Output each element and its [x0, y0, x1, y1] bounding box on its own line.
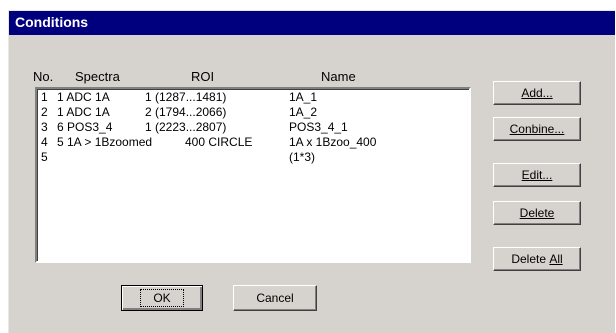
edit-button[interactable]: Edit...	[493, 163, 581, 187]
row-spectra: 1 ADC 1A	[57, 90, 110, 104]
conditions-dialog: Conditions No. Spectra ROI Name 1 1 ADC …	[8, 10, 615, 333]
row-name: 1A_2	[289, 105, 318, 119]
delete-button-label: Delete	[519, 206, 555, 220]
column-header-roi: ROI	[191, 69, 215, 84]
delete-all-label-accel: All	[549, 252, 563, 266]
list-item[interactable]: 1 1 ADC 1A 1 (1287...1481) 1A_1	[37, 90, 469, 105]
row-spectra: 5 1A > 1Bzoomed	[57, 135, 153, 149]
window-title: Conditions	[15, 14, 89, 30]
row-spectra: 6 POS3_4	[57, 120, 113, 134]
row-no: 3	[41, 120, 48, 134]
list-item[interactable]: 4 5 1A > 1Bzoomed 400 CIRCLE 1A x 1Bzoo_…	[37, 135, 469, 150]
row-roi: 1 (2223...2807)	[145, 120, 227, 134]
ok-button-focus-rect: OK	[140, 289, 184, 307]
list-item[interactable]: 3 6 POS3_4 1 (2223...2807) POS3_4_1	[37, 120, 469, 135]
ok-button[interactable]: OK	[121, 285, 203, 311]
row-name: 1A_1	[289, 90, 318, 104]
row-roi: 400 CIRCLE	[185, 135, 253, 149]
combine-button-label: Conbine...	[509, 122, 565, 136]
column-header-name: Name	[321, 69, 356, 84]
cancel-button[interactable]: Cancel	[233, 285, 317, 311]
row-spectra: 1 ADC 1A	[57, 105, 110, 119]
delete-all-label-prefix: Delete	[511, 252, 550, 266]
delete-all-button[interactable]: Delete All	[493, 247, 581, 271]
add-button[interactable]: Add...	[493, 81, 581, 105]
row-no: 4	[41, 135, 48, 149]
list-item[interactable]: 5 (1*3)	[37, 150, 469, 165]
row-no: 1	[41, 90, 48, 104]
edit-button-label: Edit...	[521, 168, 553, 182]
row-no: 2	[41, 105, 48, 119]
title-bar[interactable]: Conditions	[9, 11, 615, 35]
row-name: (1*3)	[289, 150, 316, 164]
column-header-spectra: Spectra	[75, 69, 120, 84]
ok-button-label: OK	[153, 291, 171, 305]
delete-button[interactable]: Delete	[493, 201, 581, 225]
row-no: 5	[41, 150, 48, 164]
list-item[interactable]: 2 1 ADC 1A 2 (1794...2066) 1A_2	[37, 105, 469, 120]
conditions-list[interactable]: 1 1 ADC 1A 1 (1287...1481) 1A_1 2 1 ADC …	[35, 87, 471, 263]
combine-button[interactable]: Conbine...	[493, 117, 581, 141]
row-name: 1A x 1Bzoo_400	[289, 135, 377, 149]
row-roi: 1 (1287...1481)	[145, 90, 227, 104]
row-name: POS3_4_1	[289, 120, 348, 134]
column-header-no: No.	[33, 69, 54, 84]
add-button-label: Add...	[521, 86, 553, 100]
cancel-button-label: Cancel	[256, 291, 294, 305]
row-roi: 2 (1794...2066)	[145, 105, 227, 119]
